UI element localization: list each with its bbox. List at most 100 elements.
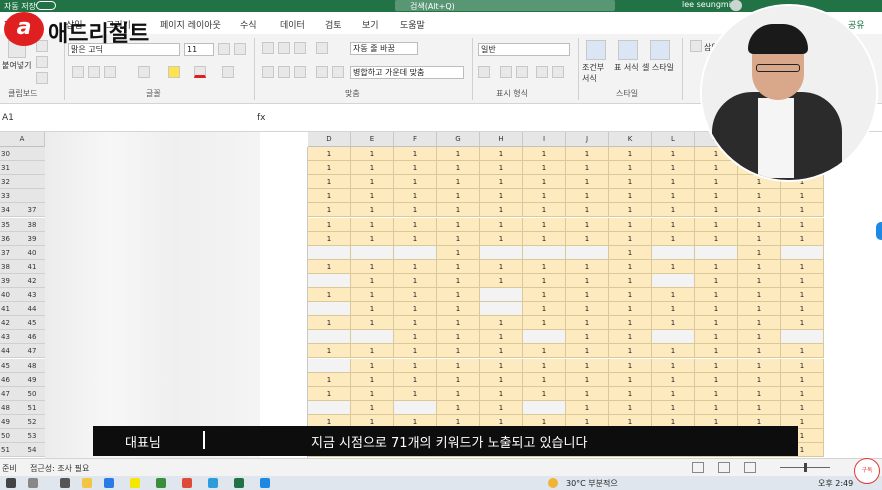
grid-cell[interactable]: 1 bbox=[480, 400, 523, 415]
grid-cell[interactable]: 1 bbox=[652, 217, 695, 232]
grid-cell[interactable]: 1 bbox=[308, 316, 351, 331]
grid-cell[interactable]: 1 bbox=[351, 288, 394, 303]
grid-cell[interactable]: 1 bbox=[437, 245, 480, 260]
row-header[interactable]: 36 39 bbox=[0, 231, 45, 246]
subscribe-badge[interactable]: 구독 bbox=[854, 458, 880, 484]
tab-data[interactable]: 데이터 bbox=[280, 18, 305, 31]
grid-cell[interactable] bbox=[480, 302, 523, 317]
grid-cell[interactable] bbox=[308, 330, 351, 345]
row-header[interactable]: 39 42 bbox=[0, 273, 45, 288]
grid-cell[interactable]: 1 bbox=[351, 273, 394, 288]
row-header[interactable]: 41 44 bbox=[0, 302, 45, 317]
format-as-table-icon[interactable] bbox=[618, 40, 638, 60]
row-header[interactable]: 43 46 bbox=[0, 330, 45, 345]
grid-cell[interactable]: 1 bbox=[437, 344, 480, 359]
grid-cell[interactable]: 1 bbox=[738, 259, 781, 274]
kakaotalk-icon[interactable] bbox=[130, 478, 140, 488]
paste-label[interactable]: 붙여넣기 bbox=[2, 60, 31, 71]
row-header[interactable]: 42 45 bbox=[0, 316, 45, 331]
merge-center-button[interactable]: 병합하고 가운데 맞춤 bbox=[350, 66, 464, 79]
grid-cell[interactable]: 1 bbox=[351, 217, 394, 232]
grid-cell[interactable]: 1 bbox=[394, 259, 437, 274]
grid-cell[interactable]: 1 bbox=[437, 288, 480, 303]
tab-help[interactable]: 도움말 bbox=[400, 18, 425, 31]
grid-cell[interactable]: 1 bbox=[652, 147, 695, 162]
row-header[interactable]: 38 41 bbox=[0, 259, 45, 274]
grid-cell[interactable]: 1 bbox=[652, 316, 695, 331]
grid-cell[interactable]: 1 bbox=[609, 358, 652, 373]
accounting-icon[interactable] bbox=[478, 66, 490, 78]
grid-cell[interactable]: 1 bbox=[394, 358, 437, 373]
grid-cell[interactable]: 1 bbox=[781, 288, 824, 303]
grid-cell[interactable]: 1 bbox=[480, 330, 523, 345]
column-header-e[interactable]: E bbox=[351, 132, 394, 147]
grid-cell[interactable] bbox=[781, 245, 824, 260]
grid-cell[interactable]: 1 bbox=[738, 386, 781, 401]
grid-cell[interactable]: 1 bbox=[695, 288, 738, 303]
grid-cell[interactable]: 1 bbox=[437, 231, 480, 246]
grid-cell[interactable] bbox=[480, 245, 523, 260]
grid-cell[interactable]: 1 bbox=[695, 217, 738, 232]
search-icon[interactable] bbox=[28, 478, 38, 488]
orientation-icon[interactable] bbox=[316, 42, 328, 54]
grid-cell[interactable]: 1 bbox=[609, 231, 652, 246]
column-header-k[interactable]: K bbox=[609, 132, 652, 147]
grid-cell[interactable]: 1 bbox=[652, 175, 695, 190]
grid-cell[interactable]: 1 bbox=[609, 259, 652, 274]
grid-cell[interactable]: 1 bbox=[781, 302, 824, 317]
insert-cells-icon[interactable] bbox=[690, 40, 702, 52]
grid-cell[interactable]: 1 bbox=[523, 259, 566, 274]
grid-cell[interactable]: 1 bbox=[480, 203, 523, 218]
wrap-text-button[interactable]: 자동 줄 바꿈 bbox=[350, 42, 418, 55]
grid-cell[interactable]: 1 bbox=[437, 161, 480, 176]
italic-icon[interactable] bbox=[88, 66, 100, 78]
grid-cell[interactable]: 1 bbox=[609, 386, 652, 401]
grid-cell[interactable]: 1 bbox=[480, 231, 523, 246]
grid-cell[interactable] bbox=[523, 330, 566, 345]
grid-cell[interactable]: 1 bbox=[695, 316, 738, 331]
grid-cell[interactable]: 1 bbox=[437, 259, 480, 274]
conditional-format-label[interactable]: 조건부 서식 bbox=[582, 62, 612, 84]
grid-cell[interactable]: 1 bbox=[609, 161, 652, 176]
grid-cell[interactable]: 1 bbox=[609, 400, 652, 415]
grid-cell[interactable] bbox=[480, 288, 523, 303]
grid-cell[interactable]: 1 bbox=[566, 288, 609, 303]
weather-text[interactable]: 30°C 부분적으 bbox=[566, 478, 618, 489]
grid-cell[interactable]: 1 bbox=[394, 273, 437, 288]
grid-cell[interactable] bbox=[566, 245, 609, 260]
grid-cell[interactable] bbox=[394, 400, 437, 415]
grid-cell[interactable] bbox=[652, 273, 695, 288]
column-c[interactable] bbox=[260, 147, 308, 458]
grid-cell[interactable] bbox=[394, 245, 437, 260]
grid-cell[interactable]: 1 bbox=[738, 330, 781, 345]
grid-cell[interactable]: 1 bbox=[781, 217, 824, 232]
grid-cell[interactable]: 1 bbox=[781, 400, 824, 415]
grid-cell[interactable]: 1 bbox=[523, 161, 566, 176]
name-box[interactable]: A1 bbox=[2, 113, 14, 123]
align-top-icon[interactable] bbox=[262, 42, 274, 54]
grid-cell[interactable]: 1 bbox=[695, 344, 738, 359]
grid-cell[interactable]: 1 bbox=[351, 344, 394, 359]
grid-cell[interactable]: 1 bbox=[566, 231, 609, 246]
grid-cell[interactable]: 1 bbox=[437, 189, 480, 204]
grid-cell[interactable]: 1 bbox=[351, 147, 394, 162]
grid-cell[interactable]: 1 bbox=[394, 386, 437, 401]
grid-cell[interactable]: 1 bbox=[566, 259, 609, 274]
grid-cell[interactable]: 1 bbox=[781, 386, 824, 401]
grid-cell[interactable]: 1 bbox=[695, 372, 738, 387]
grid-cell[interactable]: 1 bbox=[609, 316, 652, 331]
grid-cell[interactable]: 1 bbox=[781, 273, 824, 288]
grid-cell[interactable]: 1 bbox=[437, 302, 480, 317]
grid-cell[interactable]: 1 bbox=[609, 372, 652, 387]
cell-styles-label[interactable]: 셀 스타일 bbox=[642, 62, 676, 73]
row-header[interactable]: 47 50 bbox=[0, 386, 45, 401]
grid-cell[interactable]: 1 bbox=[695, 231, 738, 246]
row-header[interactable]: 44 47 bbox=[0, 344, 45, 359]
grid-cell[interactable]: 1 bbox=[523, 273, 566, 288]
grid-cell[interactable]: 1 bbox=[351, 302, 394, 317]
comma-icon[interactable] bbox=[516, 66, 528, 78]
grid-cell[interactable]: 1 bbox=[351, 259, 394, 274]
grid-cell[interactable]: 1 bbox=[351, 372, 394, 387]
grid-cell[interactable]: 1 bbox=[523, 203, 566, 218]
grid-cell[interactable]: 1 bbox=[566, 316, 609, 331]
